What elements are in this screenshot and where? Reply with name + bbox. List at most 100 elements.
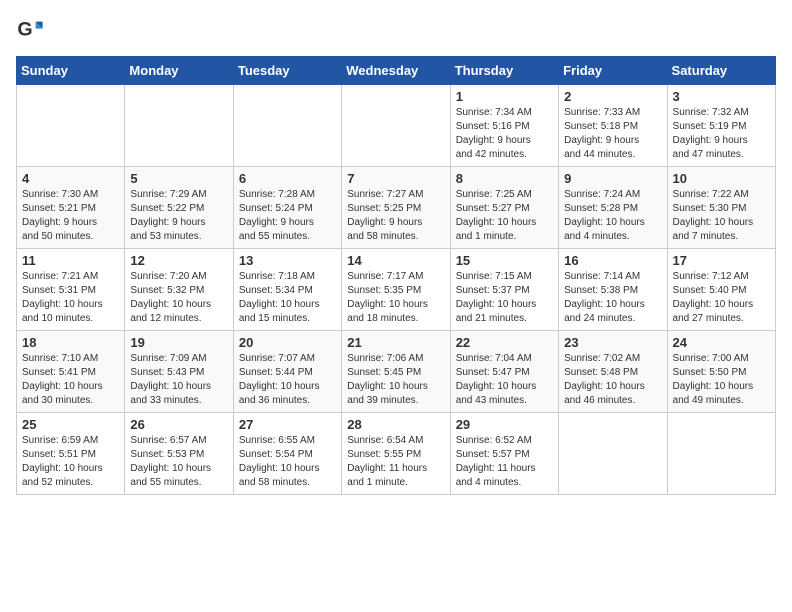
day-info: Sunrise: 7:27 AMSunset: 5:25 PMDaylight:… (347, 188, 444, 244)
day-number: 2 (564, 89, 661, 104)
day-number: 20 (239, 335, 336, 350)
week-row-3: 11 Sunrise: 7:21 AMSunset: 5:31 PMDayligh… (17, 249, 776, 331)
day-info: Sunrise: 7:30 AMSunset: 5:21 PMDaylight:… (22, 188, 119, 244)
day-info: Sunrise: 7:32 AMSunset: 5:19 PMDaylight:… (673, 106, 770, 162)
calendar-cell: 23 Sunrise: 7:02 AMSunset: 5:48 PMDayligh… (559, 331, 667, 413)
calendar-cell (342, 85, 450, 167)
day-info: Sunrise: 6:52 AMSunset: 5:57 PMDaylight:… (456, 434, 553, 490)
day-info: Sunrise: 7:29 AMSunset: 5:22 PMDaylight:… (130, 188, 227, 244)
calendar-cell: 16 Sunrise: 7:14 AMSunset: 5:38 PMDayligh… (559, 249, 667, 331)
calendar-cell: 14 Sunrise: 7:17 AMSunset: 5:35 PMDayligh… (342, 249, 450, 331)
day-info: Sunrise: 7:22 AMSunset: 5:30 PMDaylight:… (673, 188, 770, 244)
day-info: Sunrise: 7:12 AMSunset: 5:40 PMDaylight:… (673, 270, 770, 326)
calendar-cell: 4 Sunrise: 7:30 AMSunset: 5:21 PMDaylight… (17, 167, 125, 249)
day-number: 25 (22, 417, 119, 432)
day-info: Sunrise: 7:14 AMSunset: 5:38 PMDaylight:… (564, 270, 661, 326)
day-info: Sunrise: 6:57 AMSunset: 5:53 PMDaylight:… (130, 434, 227, 490)
day-number: 13 (239, 253, 336, 268)
day-number: 5 (130, 171, 227, 186)
day-info: Sunrise: 7:20 AMSunset: 5:32 PMDaylight:… (130, 270, 227, 326)
day-number: 14 (347, 253, 444, 268)
day-info: Sunrise: 7:24 AMSunset: 5:28 PMDaylight:… (564, 188, 661, 244)
day-info: Sunrise: 7:02 AMSunset: 5:48 PMDaylight:… (564, 352, 661, 408)
day-number: 11 (22, 253, 119, 268)
day-info: Sunrise: 7:18 AMSunset: 5:34 PMDaylight:… (239, 270, 336, 326)
calendar-cell: 12 Sunrise: 7:20 AMSunset: 5:32 PMDayligh… (125, 249, 233, 331)
calendar-cell (125, 85, 233, 167)
calendar-cell (17, 85, 125, 167)
weekday-header-sunday: Sunday (17, 57, 125, 85)
day-number: 3 (673, 89, 770, 104)
calendar-cell: 26 Sunrise: 6:57 AMSunset: 5:53 PMDayligh… (125, 413, 233, 495)
week-row-5: 25Sunrise: 6:59 AMSunset: 5:51 PMDayligh… (17, 413, 776, 495)
calendar-cell: 19 Sunrise: 7:09 AMSunset: 5:43 PMDayligh… (125, 331, 233, 413)
day-number: 23 (564, 335, 661, 350)
day-number: 24 (673, 335, 770, 350)
day-number: 9 (564, 171, 661, 186)
svg-text:G: G (17, 19, 32, 41)
calendar-cell: 20 Sunrise: 7:07 AMSunset: 5:44 PMDayligh… (233, 331, 341, 413)
calendar-cell: 15 Sunrise: 7:15 AMSunset: 5:37 PMDayligh… (450, 249, 558, 331)
calendar-cell: 24 Sunrise: 7:00 AMSunset: 5:50 PMDayligh… (667, 331, 775, 413)
day-info: Sunrise: 7:34 AMSunset: 5:16 PMDaylight:… (456, 106, 553, 162)
weekday-header-friday: Friday (559, 57, 667, 85)
calendar-cell: 8 Sunrise: 7:25 AMSunset: 5:27 PMDaylight… (450, 167, 558, 249)
day-info: Sunrise: 7:25 AMSunset: 5:27 PMDaylight:… (456, 188, 553, 244)
calendar-cell: 1Sunrise: 7:34 AMSunset: 5:16 PMDaylight… (450, 85, 558, 167)
day-number: 6 (239, 171, 336, 186)
calendar-cell: 2 Sunrise: 7:33 AMSunset: 5:18 PMDaylight… (559, 85, 667, 167)
day-info: Sunrise: 7:21 AMSunset: 5:31 PMDaylight:… (22, 270, 119, 326)
day-info: Sunrise: 7:07 AMSunset: 5:44 PMDaylight:… (239, 352, 336, 408)
day-number: 16 (564, 253, 661, 268)
day-info: Sunrise: 7:09 AMSunset: 5:43 PMDaylight:… (130, 352, 227, 408)
day-number: 18 (22, 335, 119, 350)
day-number: 29 (456, 417, 553, 432)
weekday-header-saturday: Saturday (667, 57, 775, 85)
calendar-cell: 17 Sunrise: 7:12 AMSunset: 5:40 PMDayligh… (667, 249, 775, 331)
day-number: 17 (673, 253, 770, 268)
page-header: G (16, 16, 776, 44)
day-info: Sunrise: 7:00 AMSunset: 5:50 PMDaylight:… (673, 352, 770, 408)
day-number: 21 (347, 335, 444, 350)
calendar-cell: 18 Sunrise: 7:10 AMSunset: 5:41 PMDayligh… (17, 331, 125, 413)
calendar-cell: 6Sunrise: 7:28 AMSunset: 5:24 PMDaylight… (233, 167, 341, 249)
day-number: 22 (456, 335, 553, 350)
weekday-header-row: SundayMondayTuesdayWednesdayThursdayFrid… (17, 57, 776, 85)
week-row-1: 1Sunrise: 7:34 AMSunset: 5:16 PMDaylight… (17, 85, 776, 167)
calendar-cell: 7 Sunrise: 7:27 AMSunset: 5:25 PMDaylight… (342, 167, 450, 249)
weekday-header-wednesday: Wednesday (342, 57, 450, 85)
calendar-cell: 13 Sunrise: 7:18 AMSunset: 5:34 PMDayligh… (233, 249, 341, 331)
day-info: Sunrise: 7:10 AMSunset: 5:41 PMDaylight:… (22, 352, 119, 408)
weekday-header-tuesday: Tuesday (233, 57, 341, 85)
calendar-cell: 29 Sunrise: 6:52 AMSunset: 5:57 PMDayligh… (450, 413, 558, 495)
day-number: 15 (456, 253, 553, 268)
calendar-cell: 5 Sunrise: 7:29 AMSunset: 5:22 PMDaylight… (125, 167, 233, 249)
day-info: Sunrise: 7:06 AMSunset: 5:45 PMDaylight:… (347, 352, 444, 408)
day-number: 8 (456, 171, 553, 186)
day-number: 27 (239, 417, 336, 432)
day-info: Sunrise: 7:33 AMSunset: 5:18 PMDaylight:… (564, 106, 661, 162)
calendar-table: SundayMondayTuesdayWednesdayThursdayFrid… (16, 56, 776, 495)
week-row-4: 18 Sunrise: 7:10 AMSunset: 5:41 PMDayligh… (17, 331, 776, 413)
day-number: 7 (347, 171, 444, 186)
calendar-cell: 21 Sunrise: 7:06 AMSunset: 5:45 PMDayligh… (342, 331, 450, 413)
day-number: 28 (347, 417, 444, 432)
calendar-cell: 27Sunrise: 6:55 AMSunset: 5:54 PMDayligh… (233, 413, 341, 495)
day-number: 4 (22, 171, 119, 186)
calendar-cell: 28 Sunrise: 6:54 AMSunset: 5:55 PMDayligh… (342, 413, 450, 495)
calendar-cell: 3 Sunrise: 7:32 AMSunset: 5:19 PMDaylight… (667, 85, 775, 167)
week-row-2: 4 Sunrise: 7:30 AMSunset: 5:21 PMDaylight… (17, 167, 776, 249)
day-number: 19 (130, 335, 227, 350)
calendar-cell (559, 413, 667, 495)
day-number: 26 (130, 417, 227, 432)
logo: G (16, 16, 48, 44)
day-number: 12 (130, 253, 227, 268)
day-info: Sunrise: 6:54 AMSunset: 5:55 PMDaylight:… (347, 434, 444, 490)
day-info: Sunrise: 7:17 AMSunset: 5:35 PMDaylight:… (347, 270, 444, 326)
calendar-cell (667, 413, 775, 495)
day-number: 10 (673, 171, 770, 186)
calendar-cell: 22Sunrise: 7:04 AMSunset: 5:47 PMDayligh… (450, 331, 558, 413)
calendar-cell (233, 85, 341, 167)
day-info: Sunrise: 7:15 AMSunset: 5:37 PMDaylight:… (456, 270, 553, 326)
calendar-cell: 25Sunrise: 6:59 AMSunset: 5:51 PMDayligh… (17, 413, 125, 495)
